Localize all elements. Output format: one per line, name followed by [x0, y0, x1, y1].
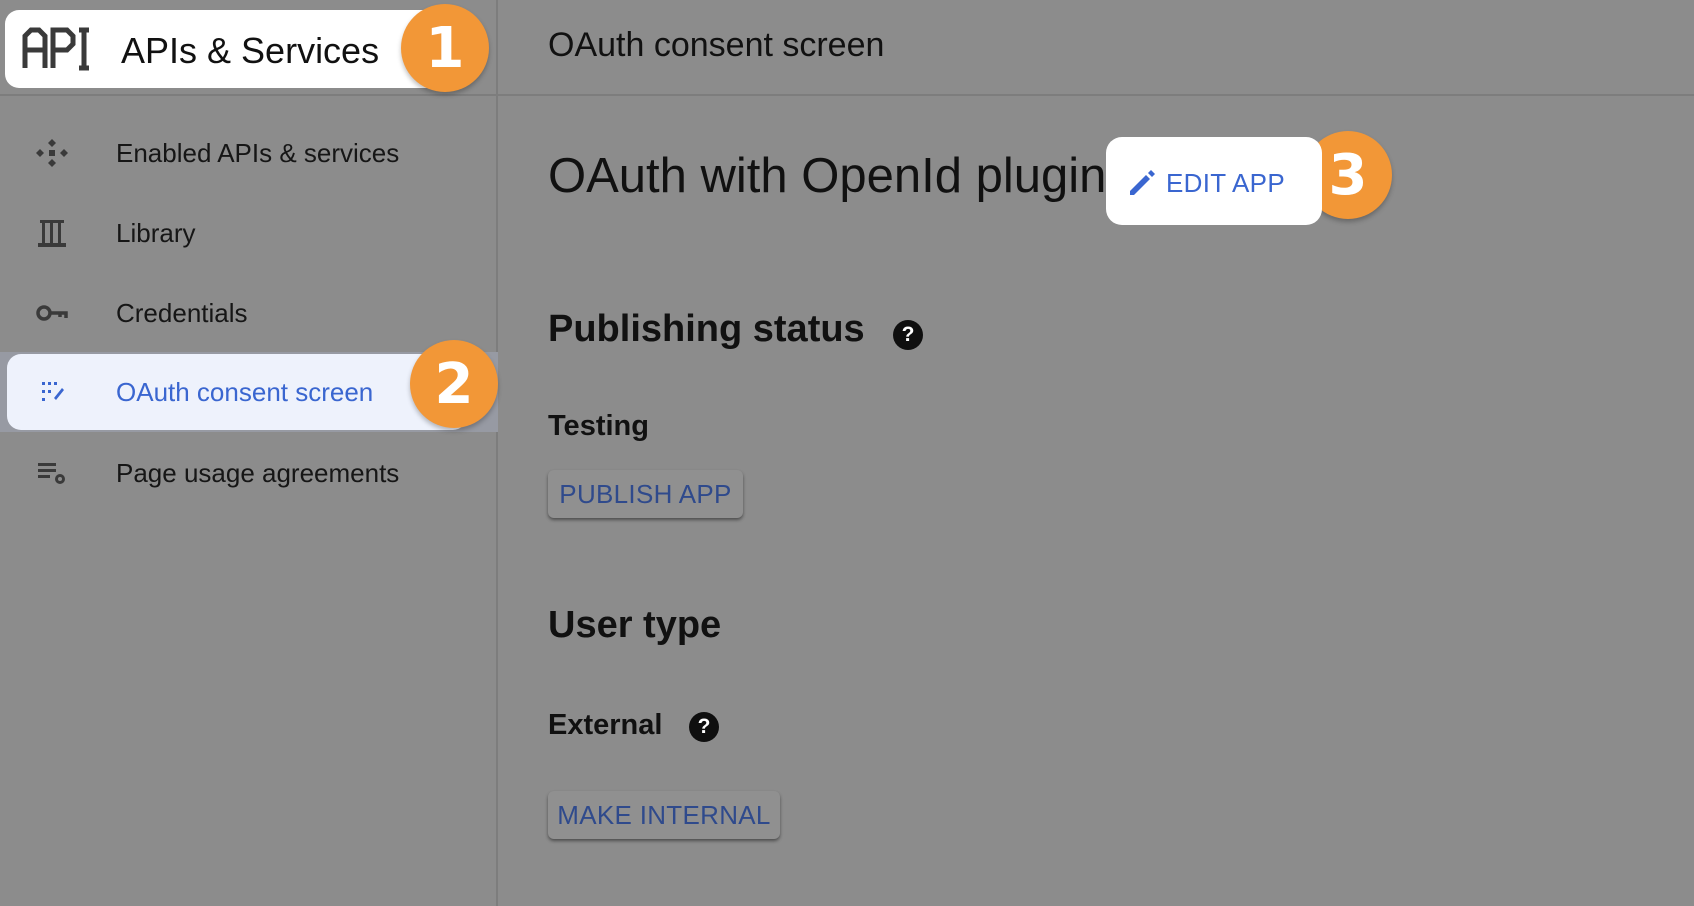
header-divider	[0, 94, 1694, 96]
sidebar-title: APIs & Services	[121, 30, 380, 71]
publishing-help-icon[interactable]: ?	[893, 320, 923, 350]
step-badge-1: 1	[401, 4, 489, 92]
consent-screen-icon	[42, 382, 64, 401]
sidebar-item-enabled-apis[interactable]: Enabled APIs & services	[0, 113, 498, 193]
app-name: OAuth with OpenId plugin	[548, 149, 1107, 203]
sidebar-item-label: Enabled APIs & services	[116, 138, 400, 168]
sidebar-item-label: OAuth consent screen	[116, 377, 374, 407]
make-internal-button[interactable]: MAKE INTERNAL	[548, 791, 780, 839]
sidebar-item-credentials[interactable]: Credentials	[0, 273, 498, 353]
key-icon	[36, 305, 68, 321]
step-badge-2: 2	[410, 340, 498, 428]
pencil-icon	[1130, 170, 1155, 195]
edit-app-button[interactable]: EDIT APP	[1106, 137, 1322, 225]
api-logo-icon	[22, 27, 89, 71]
publishing-status-value: Testing	[548, 410, 649, 442]
page-settings-icon	[38, 463, 65, 484]
sidebar-item-label: Library	[116, 218, 196, 248]
sidebar: APIs & Services Enabled APIs & services	[0, 0, 498, 906]
user-type-help-icon[interactable]: ?	[689, 712, 719, 742]
publishing-status-title: Publishing status	[548, 308, 865, 350]
page-title: OAuth consent screen	[548, 26, 885, 64]
sidebar-item-library[interactable]: Library	[0, 193, 498, 273]
library-icon	[38, 220, 66, 247]
enabled-apis-icon	[36, 139, 68, 167]
sidebar-item-label: Credentials	[116, 298, 248, 328]
sidebar-item-label: Page usage agreements	[116, 458, 400, 488]
sidebar-item-page-usage[interactable]: Page usage agreements	[0, 433, 498, 513]
user-type-value: External	[548, 709, 663, 741]
user-type-title: User type	[548, 604, 722, 646]
sidebar-header[interactable]: APIs & Services	[5, 10, 445, 88]
publish-app-button[interactable]: PUBLISH APP	[548, 470, 743, 518]
edit-app-label: EDIT APP	[1166, 168, 1285, 198]
